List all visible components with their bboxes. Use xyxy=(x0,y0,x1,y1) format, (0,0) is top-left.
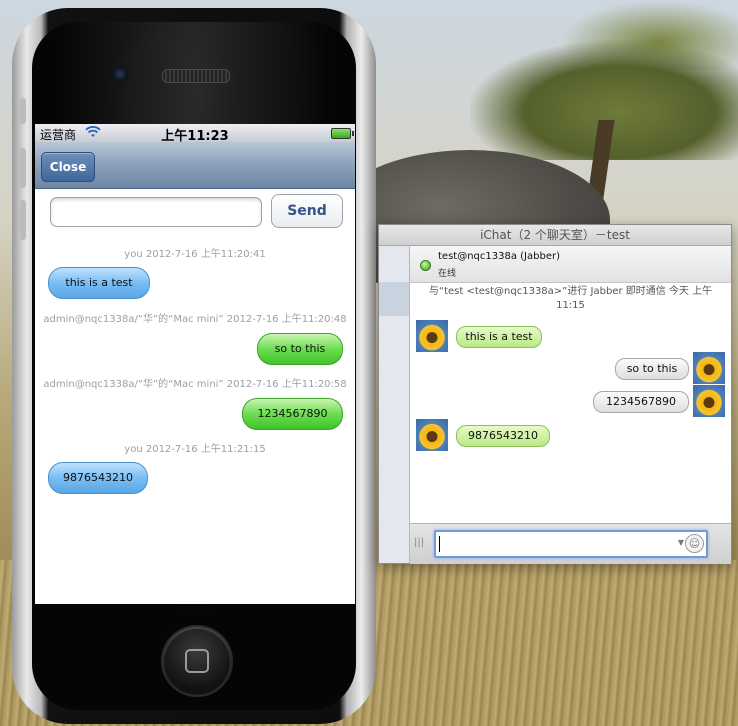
session-notice-line: 11:15 xyxy=(556,300,585,311)
buddy-avatar-icon xyxy=(416,320,448,352)
close-button[interactable]: Close xyxy=(41,152,95,182)
home-button[interactable] xyxy=(161,625,233,697)
chevron-down-icon[interactable]: ▼ xyxy=(678,538,684,547)
resize-grip-icon[interactable]: ||| xyxy=(414,537,424,548)
home-square-icon xyxy=(185,649,209,673)
my-avatar-icon xyxy=(693,352,725,384)
transcript-bubble-me: so to this xyxy=(615,358,689,380)
transcript-bubble-buddy: this is a test xyxy=(456,326,542,348)
chat-list-sidebar xyxy=(379,246,410,563)
ichat-message-input[interactable]: ▼ ☺ xyxy=(434,530,708,558)
message-timestamp: you 2012-7-16 上午11:21:15 xyxy=(124,444,266,455)
message-timestamp: you 2012-7-16 上午11:20:41 xyxy=(124,249,266,260)
buddy-name: test@nqc1338a (Jabber) xyxy=(438,251,560,262)
chat-bubble-outgoing: 1234567890 xyxy=(242,398,343,430)
message-timestamp: admin@nqc1338a/“华”的“Mac mini” 2012-7-16 … xyxy=(43,379,347,390)
buddy-status: 在线 xyxy=(438,269,457,279)
battery-icon xyxy=(331,128,354,139)
front-camera xyxy=(112,66,128,82)
text-cursor xyxy=(439,536,440,552)
mute-switch[interactable] xyxy=(20,98,26,124)
session-notice-line: 与“test <test@nqc1338a>”进行 Jabber 即时通信 今天… xyxy=(428,286,713,297)
send-button[interactable]: Send xyxy=(271,194,343,228)
session-notice: 与“test <test@nqc1338a>”进行 Jabber 即时通信 今天… xyxy=(410,285,731,313)
input-bar: ||| ▼ ☺ xyxy=(410,523,731,564)
online-status-icon xyxy=(420,260,431,271)
transcript-bubble-me: 1234567890 xyxy=(593,391,689,413)
volume-up-button[interactable] xyxy=(20,148,26,188)
chat-list-item-selected[interactable] xyxy=(379,282,409,316)
chat-bubble-incoming: this is a test xyxy=(48,267,150,299)
chat-bubble-incoming: 9876543210 xyxy=(48,462,148,494)
window-title[interactable]: iChat（2 个聊天室）－test xyxy=(379,225,731,246)
navigation-bar: Close xyxy=(35,142,355,189)
transcript-area: 与“test <test@nqc1338a>”进行 Jabber 即时通信 今天… xyxy=(410,283,731,523)
message-timestamp: admin@nqc1338a/“华”的“Mac mini” 2012-7-16 … xyxy=(43,314,347,325)
buddy-header: test@nqc1338a (Jabber) 在线 xyxy=(410,246,731,283)
earpiece-speaker xyxy=(162,69,230,83)
ichat-window: iChat（2 个聊天室）－test test@nqc1338a (Jabber… xyxy=(378,224,732,564)
message-input[interactable] xyxy=(50,197,262,227)
iphone-screen: 运营商 上午11:23 Close Send you 2012-7-16 上午1… xyxy=(35,124,355,604)
transcript-bubble-buddy: 9876543210 xyxy=(456,425,550,447)
chat-bubble-outgoing: so to this xyxy=(257,333,343,365)
status-bar: 运营商 上午11:23 xyxy=(35,124,355,144)
my-avatar-icon xyxy=(693,385,725,417)
volume-down-button[interactable] xyxy=(20,200,26,240)
smiley-icon[interactable]: ☺ xyxy=(685,534,704,553)
buddy-avatar-icon xyxy=(416,419,448,451)
